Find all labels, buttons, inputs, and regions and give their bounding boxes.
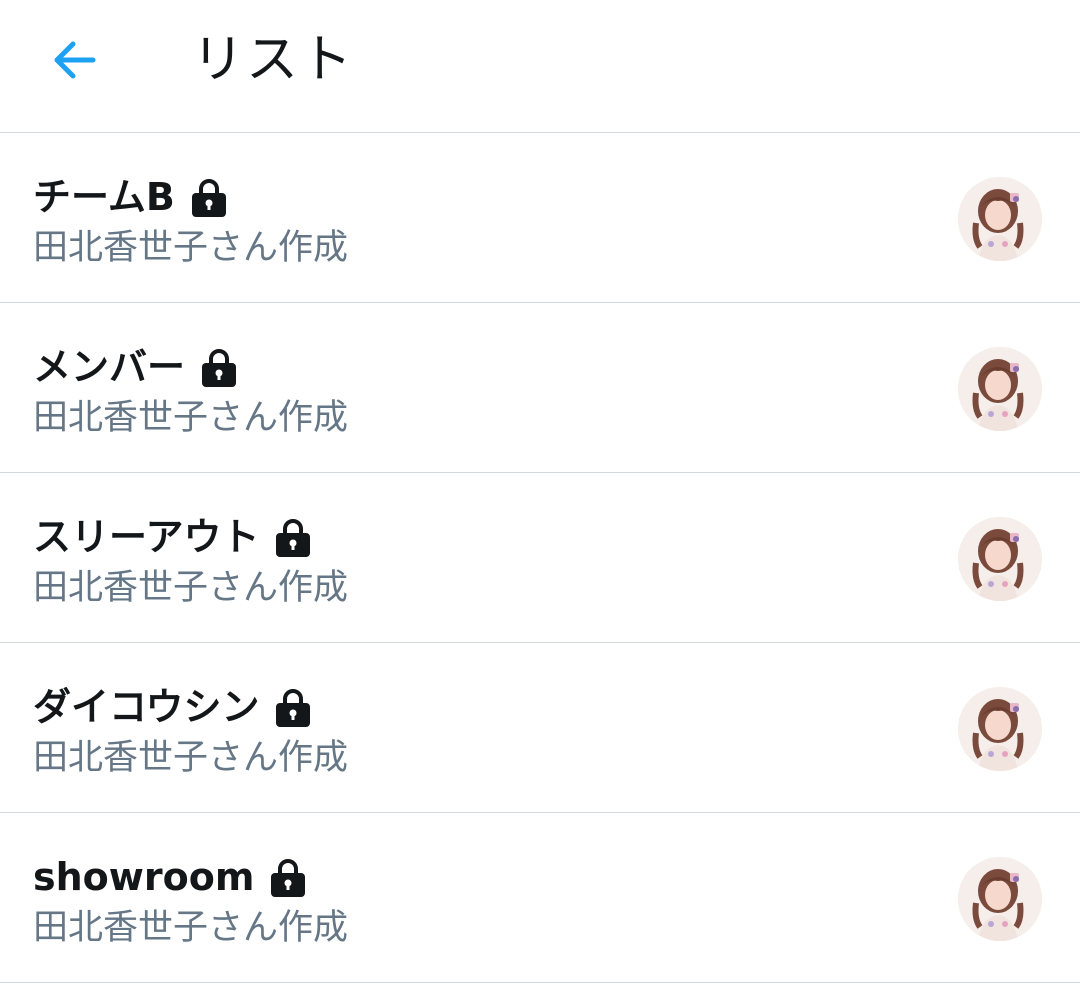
list-title-row: チームB: [33, 171, 227, 223]
page-title: リスト: [192, 30, 355, 90]
arrow-left-icon: [54, 41, 96, 79]
list-item[interactable]: スリーアウト 田北香世子さん作成: [0, 473, 1080, 643]
lock-icon: [191, 179, 226, 217]
lock-icon: [271, 859, 306, 897]
list-item[interactable]: チームB 田北香世子さん作成: [0, 133, 1080, 303]
list-name: スリーアウト: [33, 515, 260, 559]
list-name: チームB: [33, 175, 175, 219]
lock-icon: [202, 349, 237, 387]
lists-container: チームB 田北香世子さん作成 メンバー 田北香世子さん作成 スリーアウト 田北香…: [0, 133, 1080, 983]
avatar: [958, 857, 1042, 941]
avatar: [958, 687, 1042, 771]
list-title-row: スリーアウト: [33, 511, 311, 563]
list-item[interactable]: showroom 田北香世子さん作成: [0, 813, 1080, 983]
list-creator: 田北香世子さん作成: [33, 228, 349, 268]
list-item[interactable]: メンバー 田北香世子さん作成: [0, 303, 1080, 473]
list-creator: 田北香世子さん作成: [33, 398, 349, 438]
list-name: showroom: [33, 855, 255, 899]
top-app-bar: リスト: [0, 0, 1080, 133]
list-item[interactable]: ダイコウシン 田北香世子さん作成: [0, 643, 1080, 813]
list-title-row: メンバー: [33, 341, 237, 393]
list-name: メンバー: [33, 345, 186, 389]
lock-icon: [276, 519, 311, 557]
list-creator: 田北香世子さん作成: [33, 908, 349, 948]
avatar: [958, 177, 1042, 261]
list-name: ダイコウシン: [33, 685, 260, 729]
list-title-row: showroom: [33, 851, 306, 903]
avatar: [958, 517, 1042, 601]
lock-icon: [276, 689, 311, 727]
back-button[interactable]: [44, 30, 104, 90]
list-creator: 田北香世子さん作成: [33, 568, 349, 608]
avatar: [958, 347, 1042, 431]
list-title-row: ダイコウシン: [33, 681, 311, 733]
list-creator: 田北香世子さん作成: [33, 738, 349, 778]
